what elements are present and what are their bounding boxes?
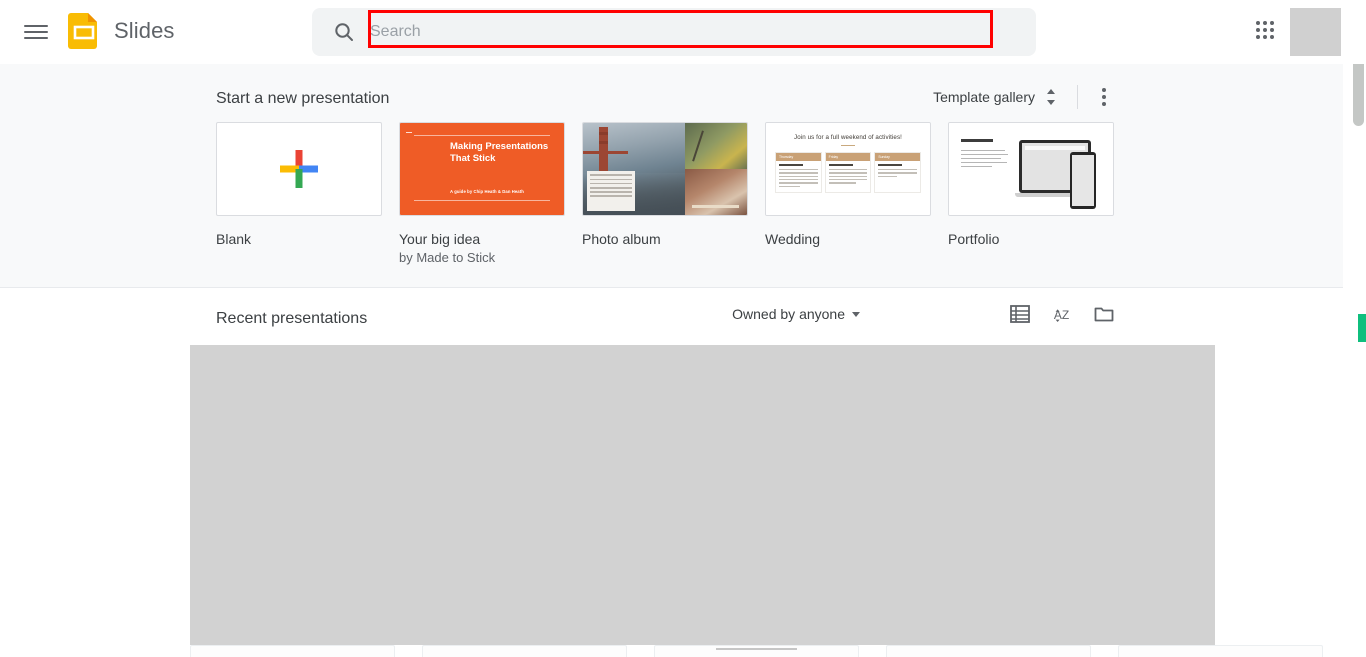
your-big-idea-thumbnail[interactable]: Making Presentations That Stick A guide … xyxy=(399,122,565,216)
app-brand[interactable]: Slides xyxy=(68,13,175,49)
bridge-photo xyxy=(583,123,685,215)
app-title: Slides xyxy=(114,18,175,43)
template-sublabel: by Made to Stick xyxy=(399,250,496,265)
template-section-header: Start a new presentation Template galler… xyxy=(216,84,1116,114)
template-gallery-label: Template gallery xyxy=(933,89,1035,105)
search-icon[interactable] xyxy=(332,20,356,44)
template-list: Blank Making Presentations That Stick A … xyxy=(216,122,1114,266)
portfolio-text-block xyxy=(949,123,1015,215)
portfolio-thumbnail[interactable] xyxy=(948,122,1114,216)
presentation-card[interactable] xyxy=(190,645,395,657)
recent-presentations-title: Recent presentations xyxy=(216,310,368,327)
hamburger-menu-icon[interactable] xyxy=(24,20,48,44)
wedding-column-header: Sunday xyxy=(878,155,890,160)
presentation-card[interactable] xyxy=(1118,645,1323,657)
owner-filter-dropdown[interactable]: Owned by anyone xyxy=(732,306,860,322)
template-label: Portfolio xyxy=(948,231,1000,247)
google-slides-logo xyxy=(68,13,97,49)
sort-az-icon[interactable]: AZ xyxy=(1050,302,1074,326)
wedding-column-header: Friday xyxy=(828,155,839,160)
new-presentation-section: Start a new presentation Template galler… xyxy=(0,64,1343,288)
template-card-wedding[interactable]: Join us for a full weekend of activities… xyxy=(765,122,931,266)
expand-collapse-icon xyxy=(1047,89,1055,105)
list-view-icon[interactable] xyxy=(1008,302,1032,326)
page-title: Start a new presentation xyxy=(216,90,390,107)
template-slide-title: Join us for a full weekend of activities… xyxy=(794,134,902,141)
phone-mockup xyxy=(1069,152,1097,210)
wedding-column-header: Thursday xyxy=(779,155,794,160)
template-card-portfolio[interactable]: Portfolio xyxy=(948,122,1114,266)
presentation-card-row xyxy=(190,645,1340,657)
search-input[interactable] xyxy=(370,8,1030,56)
photo-caption-block xyxy=(587,171,635,211)
search-bar[interactable] xyxy=(312,8,1036,56)
template-card-photo-album[interactable]: Photo album xyxy=(582,122,748,266)
divider xyxy=(1077,85,1078,109)
chevron-down-icon xyxy=(852,311,860,317)
app-header: Slides xyxy=(0,0,1366,64)
wedding-thumbnail[interactable]: Join us for a full weekend of activities… xyxy=(765,122,931,216)
photo-album-thumbnail[interactable] xyxy=(582,122,748,216)
more-options-icon[interactable] xyxy=(1092,85,1116,109)
template-slide-credit: A guide by Chip Heath & Dan Heath xyxy=(450,189,524,194)
owner-filter-label: Owned by anyone xyxy=(732,306,845,322)
template-header-actions: Template gallery xyxy=(927,84,1116,110)
apps-grid-icon[interactable] xyxy=(1256,21,1280,43)
google-plus-icon xyxy=(280,150,318,188)
avatar[interactable] xyxy=(1290,8,1341,56)
template-card-your-big-idea[interactable]: Making Presentations That Stick A guide … xyxy=(399,122,565,266)
presentation-card[interactable] xyxy=(886,645,1091,657)
template-label: Your big idea xyxy=(399,231,481,247)
template-label: Blank xyxy=(216,231,252,247)
leaves-photo xyxy=(684,123,747,169)
blank-plus-thumbnail[interactable] xyxy=(216,122,382,216)
interior-photo xyxy=(684,169,747,215)
recent-presentations-loading-placeholder xyxy=(190,345,1215,645)
presentation-card[interactable] xyxy=(654,645,859,657)
recent-header-actions: Owned by anyone AZ xyxy=(732,302,1116,326)
file-picker-folder-icon[interactable] xyxy=(1092,302,1116,326)
recent-section-header: Recent presentations Owned by anyone AZ xyxy=(216,302,1116,336)
template-card-blank[interactable]: Blank xyxy=(216,122,382,266)
template-label: Wedding xyxy=(765,231,821,247)
presentation-card[interactable] xyxy=(422,645,627,657)
template-gallery-button[interactable]: Template gallery xyxy=(927,84,1063,110)
scroll-position-marker xyxy=(1358,314,1366,342)
template-label: Photo album xyxy=(582,231,661,247)
template-slide-title: Making Presentations That Stick xyxy=(450,141,549,164)
